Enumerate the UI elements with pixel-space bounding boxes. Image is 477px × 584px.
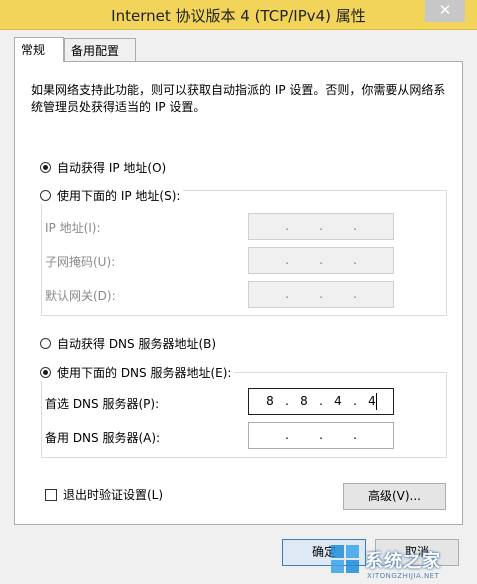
text-caret (376, 393, 377, 410)
octet-separator: . (353, 287, 357, 301)
dns-octet-2: 8 (300, 394, 308, 408)
advanced-button[interactable]: 高级(V)... (343, 483, 446, 510)
watermark-subtext: XITONGZHIJIA.NET (367, 572, 440, 580)
octet-separator: . (285, 428, 289, 442)
window-title: Internet 协议版本 4 (TCP/IPv4) 属性 (111, 7, 366, 25)
auto-dns-radio[interactable]: 自动获得 DNS 服务器地址(B) (40, 335, 220, 352)
watermark-logo-icon (331, 545, 361, 575)
tab-general[interactable]: 常规 (14, 37, 64, 62)
octet-separator: . (285, 253, 289, 267)
title-bar: Internet 协议版本 4 (TCP/IPv4) 属性 ✕ (0, 0, 477, 30)
ip-address-input[interactable]: . . . (248, 213, 394, 240)
site-watermark: 系统之家 XITONGZHIJIA.NET (331, 540, 471, 580)
default-gateway-input[interactable]: . . . (248, 281, 394, 308)
octet-separator: . (319, 394, 323, 408)
octet-separator: . (353, 219, 357, 233)
octet-separator: . (319, 219, 323, 233)
auto-dns-label: 自动获得 DNS 服务器地址(B) (57, 337, 217, 351)
ip-address-label: IP 地址(I): (45, 221, 101, 235)
octet-separator: . (353, 394, 357, 408)
checkbox-icon (45, 488, 57, 501)
octet-separator: . (353, 428, 357, 442)
manual-ip-radio[interactable]: 使用下面的 IP 地址(S): (40, 187, 184, 204)
radio-selected-icon (40, 162, 51, 173)
radio-unselected-icon (40, 338, 51, 349)
validate-on-exit-checkbox[interactable]: 退出时验证设置(L) (45, 486, 163, 503)
alternate-dns-input[interactable]: . . . (248, 422, 394, 449)
preferred-dns-input[interactable]: 8 . 8 . 4 . 4 (248, 388, 394, 415)
auto-ip-label: 自动获得 IP 地址(O) (57, 161, 167, 175)
octet-separator: . (353, 253, 357, 267)
manual-dns-label: 使用下面的 DNS 服务器地址(E): (57, 366, 232, 380)
general-panel: 如果网络支持此功能，则可以获取自动指派的 IP 设置。否则，你需要从网络系统管理… (14, 61, 463, 525)
default-gateway-label: 默认网关(D): (45, 289, 116, 303)
preferred-dns-label: 首选 DNS 服务器(P): (45, 397, 160, 411)
description-text: 如果网络支持此功能，则可以获取自动指派的 IP 设置。否则，你需要从网络系统管理… (31, 83, 446, 114)
radio-unselected-icon (40, 190, 51, 201)
manual-ip-label: 使用下面的 IP 地址(S): (57, 189, 181, 203)
octet-separator: . (319, 428, 323, 442)
validate-on-exit-label: 退出时验证设置(L) (63, 488, 164, 502)
subnet-mask-label: 子网掩码(U): (45, 255, 116, 269)
octet-separator: . (319, 253, 323, 267)
octet-separator: . (285, 287, 289, 301)
octet-separator: . (285, 394, 289, 408)
octet-separator: . (319, 287, 323, 301)
close-button[interactable]: ✕ (425, 0, 465, 22)
manual-dns-radio[interactable]: 使用下面的 DNS 服务器地址(E): (40, 364, 235, 381)
tab-alternate-config[interactable]: 备用配置 (64, 38, 136, 61)
close-icon: ✕ (438, 1, 452, 19)
octet-separator: . (285, 219, 289, 233)
dns-octet-1: 8 (266, 394, 274, 408)
auto-ip-radio[interactable]: 自动获得 IP 地址(O) (40, 159, 170, 176)
subnet-mask-input[interactable]: . . . (248, 247, 394, 274)
tab-general-label: 常规 (21, 43, 46, 57)
radio-selected-icon (40, 367, 51, 378)
tab-alternate-label: 备用配置 (71, 44, 120, 58)
watermark-text: 系统之家 (365, 551, 441, 572)
dns-octet-4: 4 (368, 394, 376, 408)
alternate-dns-label: 备用 DNS 服务器(A): (45, 431, 161, 445)
dns-octet-3: 4 (334, 394, 342, 408)
